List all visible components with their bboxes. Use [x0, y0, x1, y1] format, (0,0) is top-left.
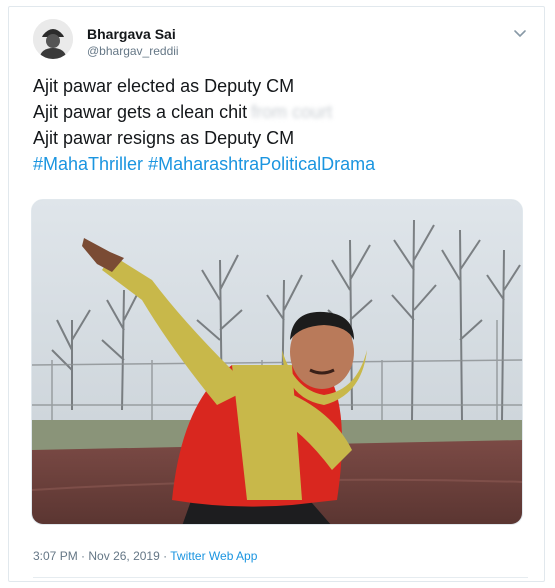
tweet-text: Ajit pawar elected as Deputy CM Ajit paw…: [33, 73, 523, 177]
tweet-time[interactable]: 3:07 PM: [33, 549, 78, 563]
hashtag-maharashtra-political-drama[interactable]: #MaharashtraPoliticalDrama: [148, 154, 375, 174]
tweet-date[interactable]: Nov 26, 2019: [88, 549, 159, 563]
tweet-card[interactable]: Bhargava Sai @bhargav_reddii Ajit pawar …: [8, 6, 545, 582]
tweet-line-2: Ajit pawar gets a clean chit from court: [33, 99, 523, 125]
tweet-meta: 3:07 PM · Nov 26, 2019 · Twitter Web App: [33, 549, 257, 563]
divider: [33, 577, 528, 578]
author-name[interactable]: Bhargava Sai: [87, 26, 176, 42]
blurred-text: from court: [251, 102, 333, 122]
author-handle[interactable]: @bhargav_reddii: [87, 44, 179, 58]
chevron-down-icon[interactable]: [512, 25, 528, 41]
hashtags-line: #MahaThriller #MaharashtraPoliticalDrama: [33, 151, 523, 177]
tweet-line-2-text: Ajit pawar gets a clean chit: [33, 102, 248, 122]
tweet-source-link[interactable]: Twitter Web App: [170, 549, 257, 563]
meta-separator: ·: [81, 549, 86, 563]
hashtag-mahathriller[interactable]: #MahaThriller: [33, 154, 143, 174]
profile-avatar-icon: [33, 19, 73, 59]
tweet-line-1: Ajit pawar elected as Deputy CM: [33, 76, 295, 96]
avatar[interactable]: [33, 19, 73, 59]
tweet-line-3: Ajit pawar resigns as Deputy CM: [33, 128, 295, 148]
meta-separator-2: ·: [163, 549, 168, 563]
meme-photo: [32, 200, 522, 524]
tweet-media-image[interactable]: [31, 199, 523, 525]
